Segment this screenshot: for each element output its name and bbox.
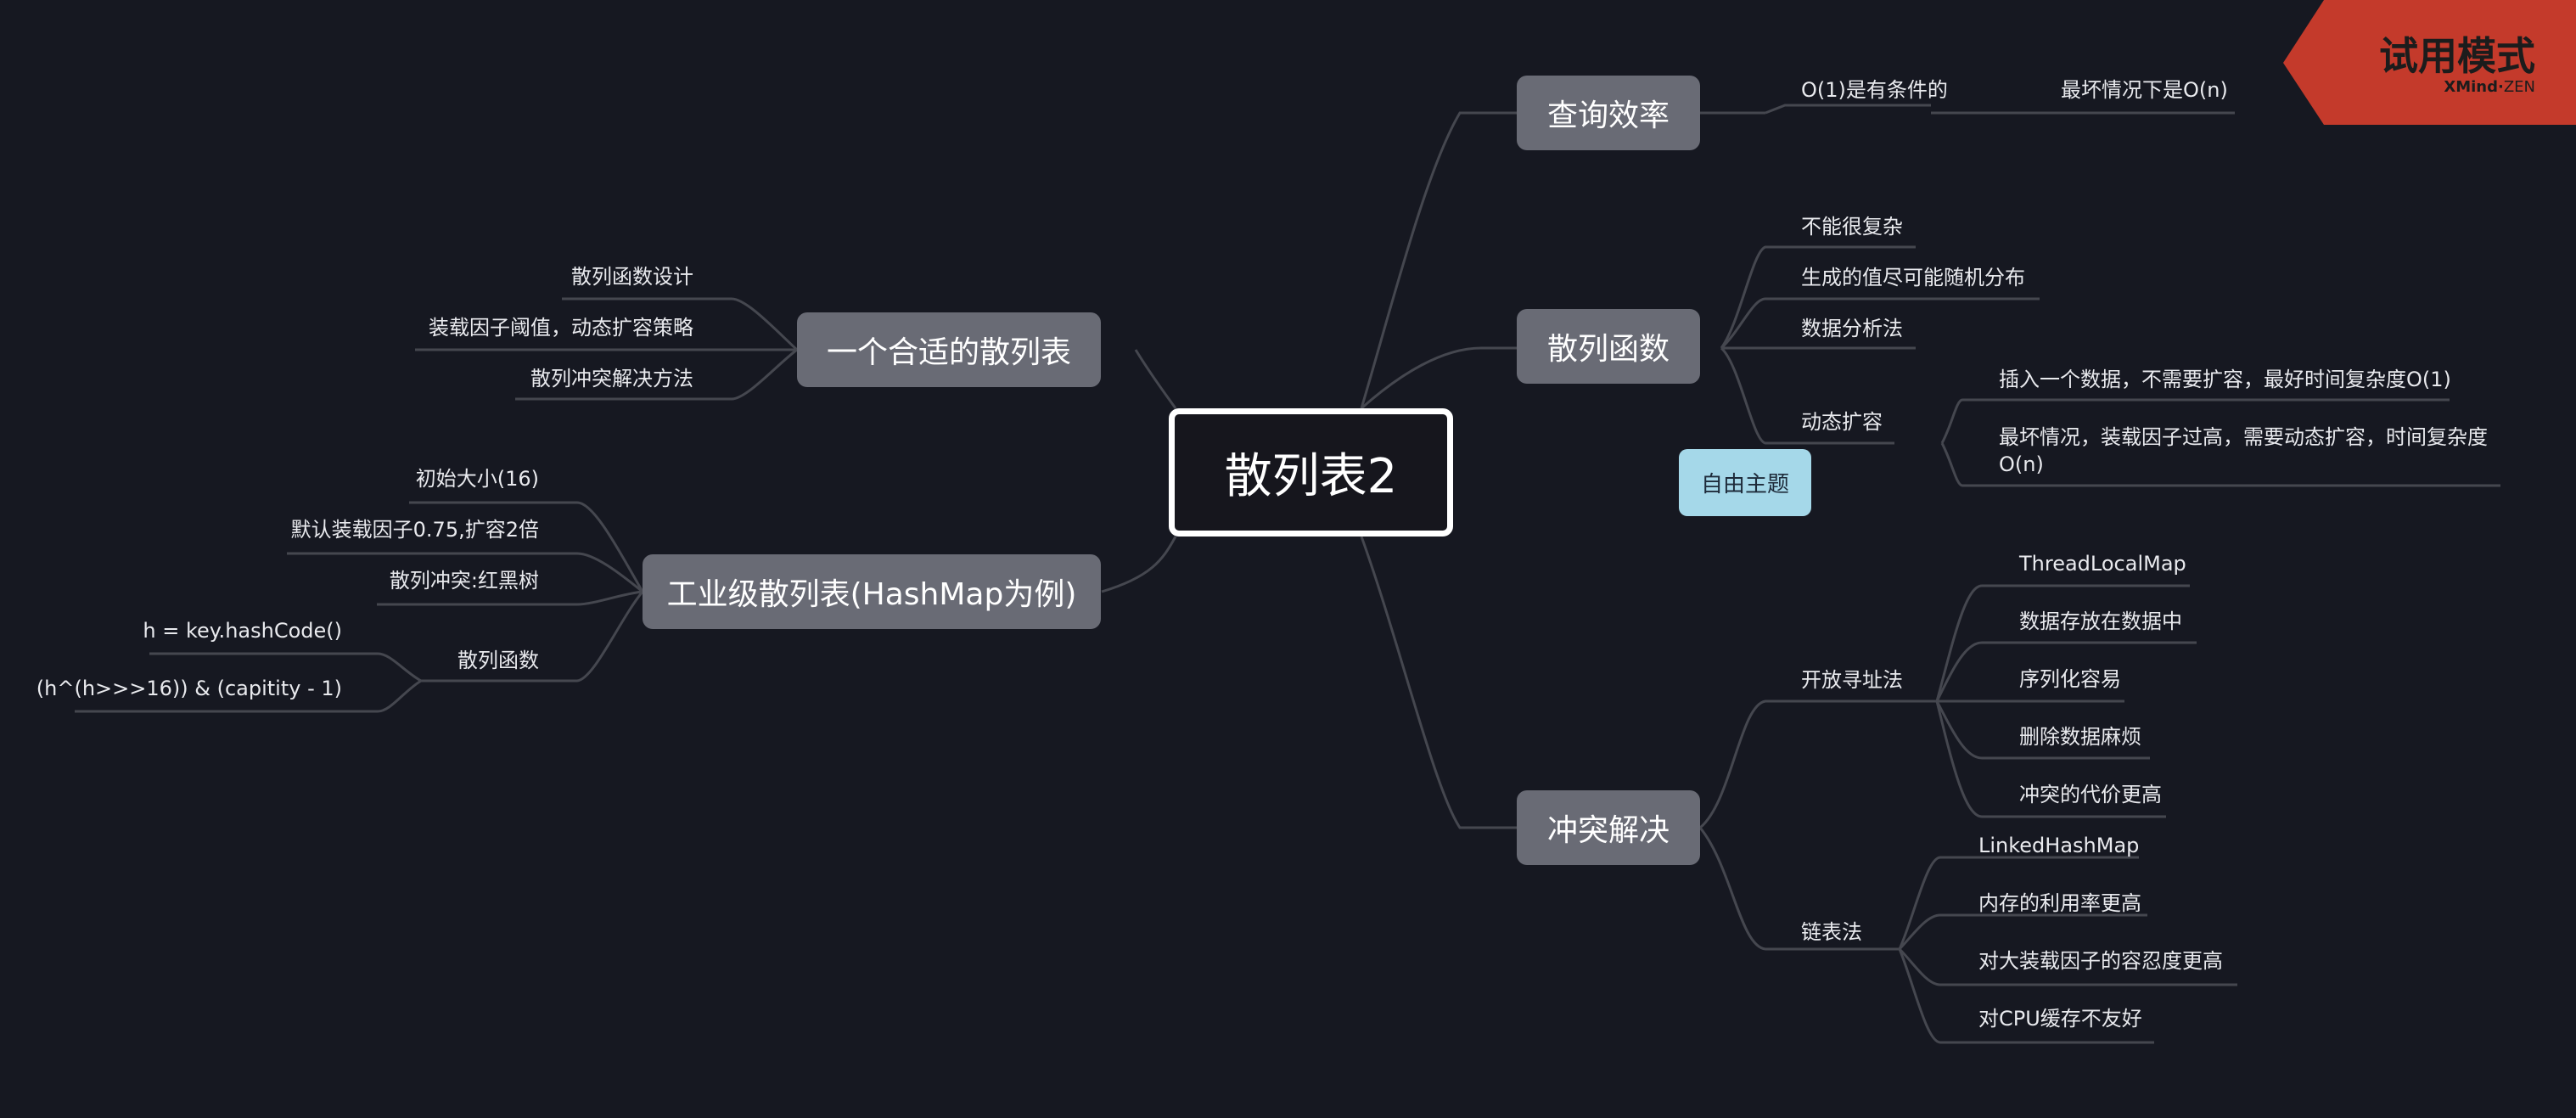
xmind-brand-text: XMind xyxy=(2444,78,2498,96)
leaf-delete-troublesome[interactable]: 删除数据麻烦 xyxy=(2019,723,2141,750)
trial-mode-badge[interactable]: 试用模式 XMind·ZEN xyxy=(2283,0,2576,125)
topic-query-efficiency[interactable]: 查询效率 xyxy=(1517,76,1700,150)
topic-industrial-hash-table[interactable]: 工业级散列表(HashMap为例) xyxy=(643,554,1101,629)
leaf-not-cpu-cache-friendly[interactable]: 对CPU缓存不友好 xyxy=(1978,1005,2142,1032)
topic-suitable-hash-table[interactable]: 一个合适的散列表 xyxy=(797,312,1101,387)
leaf-insert-best-case[interactable]: 插入一个数据，不需要扩容，最好时间复杂度O(1) xyxy=(1999,366,2451,393)
leaf-dynamic-expansion[interactable]: 动态扩容 xyxy=(1801,408,1883,435)
leaf-higher-conflict-cost[interactable]: 冲突的代价更高 xyxy=(2019,781,2162,808)
xmind-zen-logo: XMind·ZEN xyxy=(2444,78,2535,96)
leaf-worst-case-expansion-line1: 最坏情况，装载因子过高，需要动态扩容，时间复杂度 xyxy=(1999,425,2488,449)
leaf-o1-conditional[interactable]: O(1)是有条件的 xyxy=(1801,76,1948,104)
leaf-higher-memory-utilization[interactable]: 内存的利用率更高 xyxy=(1978,890,2141,917)
leaf-red-black-tree[interactable]: 散列冲突:红黑树 xyxy=(390,567,539,594)
leaf-random-distribution[interactable]: 生成的值尽可能随机分布 xyxy=(1801,264,2025,291)
leaf-industrial-hash-function[interactable]: 散列函数 xyxy=(457,647,539,674)
leaf-tolerant-load-factor[interactable]: 对大装载因子的容忍度更高 xyxy=(1978,947,2223,975)
topic-hash-function[interactable]: 散列函数 xyxy=(1517,309,1700,384)
leaf-hashcode[interactable]: h = key.hashCode() xyxy=(143,617,342,644)
leaf-index-formula[interactable]: (h^(h>>>16)) & (capitity - 1) xyxy=(36,675,342,702)
leaf-worst-case-expansion-line2: O(n) xyxy=(1999,452,2044,476)
leaf-linkedhashmap[interactable]: LinkedHashMap xyxy=(1978,832,2139,859)
mind-map-canvas: 散列表2 查询效率 散列函数 冲突解决 一个合适的散列表 工业级散列表(Hash… xyxy=(0,0,2576,1118)
leaf-default-load-factor[interactable]: 默认装载因子0.75,扩容2倍 xyxy=(291,516,539,543)
leaf-not-complex[interactable]: 不能很复杂 xyxy=(1801,213,1903,240)
topic-conflict-resolution[interactable]: 冲突解决 xyxy=(1517,790,1700,865)
leaf-load-factor-strategy[interactable]: 装载因子阈值，动态扩容策略 xyxy=(429,314,693,341)
trial-mode-title: 试用模式 xyxy=(2379,33,2535,79)
leaf-initial-size[interactable]: 初始大小(16) xyxy=(416,465,539,492)
leaf-open-addressing[interactable]: 开放寻址法 xyxy=(1801,666,1903,694)
leaf-chaining[interactable]: 链表法 xyxy=(1801,919,1862,946)
leaf-easy-serialization[interactable]: 序列化容易 xyxy=(2019,666,2121,693)
leaf-worst-case-expansion[interactable]: 最坏情况，装载因子过高，需要动态扩容，时间复杂度 O(n) xyxy=(1999,424,2488,478)
leaf-conflict-methods[interactable]: 散列冲突解决方法 xyxy=(530,365,693,392)
leaf-threadlocalmap[interactable]: ThreadLocalMap xyxy=(2019,550,2186,577)
zen-edition-text: ZEN xyxy=(2503,78,2535,96)
leaf-worst-case-on[interactable]: 最坏情况下是O(n) xyxy=(2061,76,2228,104)
free-topic[interactable]: 自由主题 xyxy=(1679,449,1811,516)
leaf-stored-in-array[interactable]: 数据存放在数据中 xyxy=(2019,608,2182,635)
leaf-data-analysis[interactable]: 数据分析法 xyxy=(1801,315,1903,342)
central-topic[interactable]: 散列表2 xyxy=(1169,408,1453,537)
leaf-hash-function-design[interactable]: 散列函数设计 xyxy=(571,263,693,290)
